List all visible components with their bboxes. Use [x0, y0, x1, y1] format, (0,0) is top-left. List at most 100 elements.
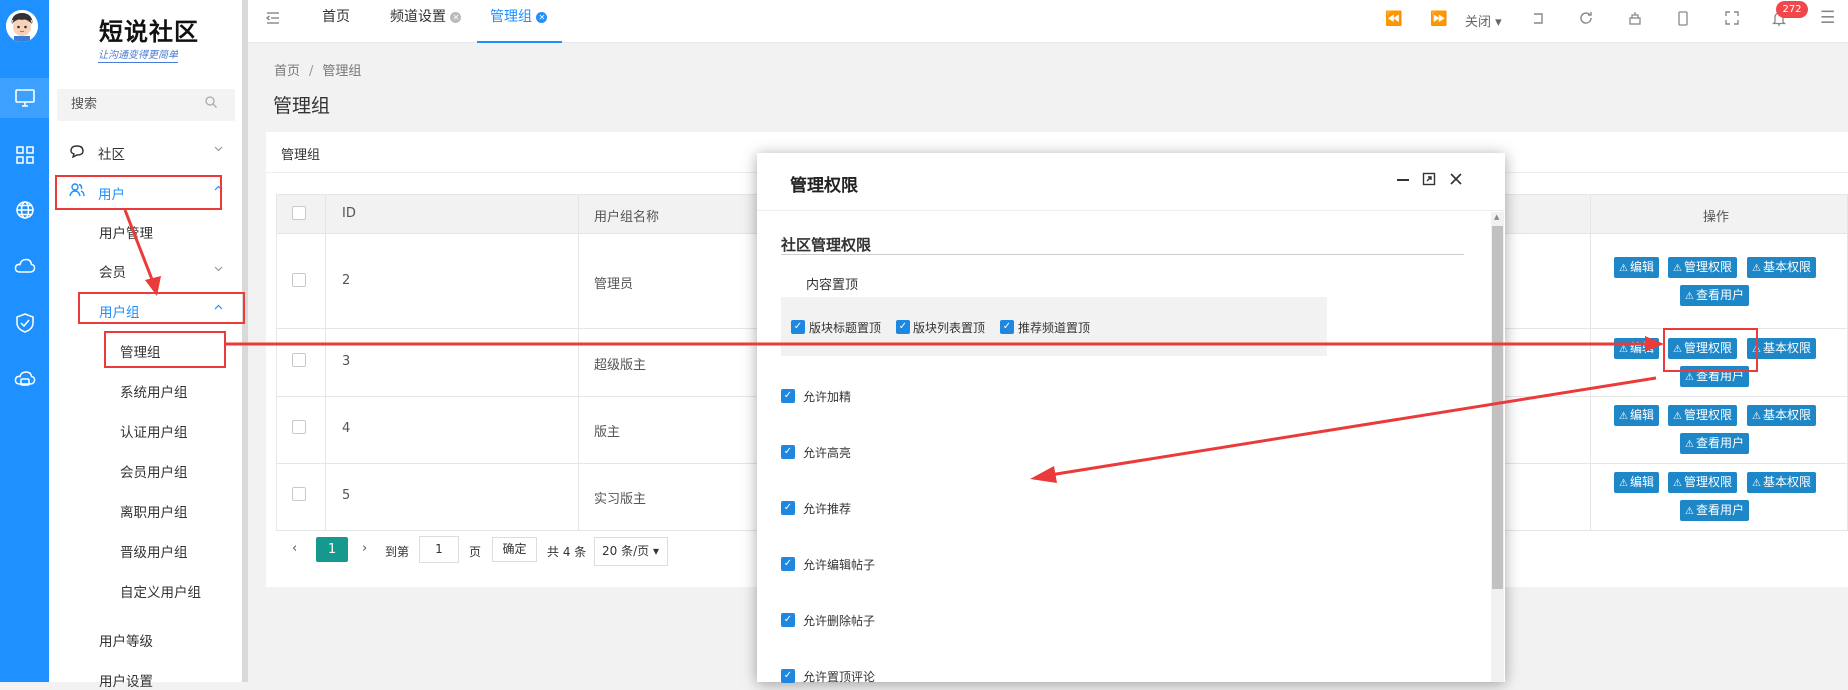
logo-subtitle: 让沟通变得更简单	[98, 46, 178, 63]
edit-label: 编辑	[1629, 408, 1654, 422]
page-size-select[interactable]: 20 条/页 ▾	[594, 537, 668, 566]
checkbox-checked[interactable]: ✓	[781, 389, 795, 403]
basic-permissions-button[interactable]: ⚠ 基本权限	[1747, 405, 1816, 426]
basic-permissions-button[interactable]: ⚠ 基本权限	[1747, 472, 1816, 493]
table-border	[276, 194, 277, 530]
row-id: 3	[342, 354, 351, 369]
shield-icon[interactable]	[0, 303, 49, 343]
menu-item-custom-groups[interactable]: 自定义用户组	[120, 581, 201, 601]
tab-admin-group[interactable]: 管理组 ✕	[477, 0, 562, 43]
page-confirm-button[interactable]: 确定	[492, 537, 537, 562]
checkbox-checked[interactable]: ✓	[1000, 320, 1014, 334]
permission-label: 允许推荐	[803, 502, 852, 516]
pin-content-label: 内容置顶	[806, 278, 859, 293]
checkbox-checked[interactable]: ✓	[781, 669, 795, 683]
grid-icon[interactable]	[0, 135, 49, 175]
tab-channel-settings[interactable]: 频道设置 ✕	[390, 0, 462, 43]
row-group-name: 超级版主	[594, 358, 647, 373]
annotation-box	[1663, 328, 1758, 372]
tab-label: 管理组	[490, 9, 532, 25]
page-unit-label: 页	[469, 545, 482, 559]
card-title: 管理组	[281, 148, 321, 163]
edit-button[interactable]: ⚠ 编辑	[1614, 338, 1659, 359]
avatar[interactable]	[6, 10, 38, 42]
page-button-current[interactable]: 1	[316, 537, 348, 562]
manage-permissions-button[interactable]: ⚠ 管理权限	[1668, 257, 1737, 278]
warning-icon: ⚠	[1752, 263, 1761, 274]
icon-sidebar	[0, 0, 49, 682]
edit-label: 编辑	[1629, 341, 1654, 355]
header-group-name: 用户组名称	[594, 210, 660, 225]
close-tabs-dropdown[interactable]: 关闭 ▾	[1465, 11, 1502, 30]
menu-item-verified-groups[interactable]: 认证用户组	[120, 421, 188, 441]
view-users-button[interactable]: ⚠ 查看用户	[1680, 285, 1749, 306]
checkbox-checked[interactable]: ✓	[781, 557, 795, 571]
row-checkbox[interactable]	[292, 487, 306, 501]
undo-icon[interactable]	[1531, 11, 1545, 29]
collapse-menu-icon[interactable]	[265, 11, 280, 29]
menu-divider[interactable]	[242, 0, 248, 682]
menu-item-member-groups[interactable]: 会员用户组	[120, 461, 188, 481]
checkbox-checked[interactable]: ✓	[781, 613, 795, 627]
next-page-icon[interactable]: ›	[362, 541, 367, 556]
fullscreen-icon[interactable]	[1725, 11, 1739, 29]
goto-label: 到第	[385, 545, 410, 559]
modal-scrollbar-thumb[interactable]	[1492, 226, 1503, 589]
row-checkbox[interactable]	[292, 420, 306, 434]
row-group-name: 版主	[594, 425, 621, 440]
page-number-input[interactable]: 1	[419, 536, 459, 563]
breadcrumb-home[interactable]: 首页	[274, 64, 300, 79]
checkbox-checked[interactable]: ✓	[791, 320, 805, 334]
monitor-icon[interactable]	[0, 78, 49, 118]
checkbox-checked[interactable]: ✓	[781, 445, 795, 459]
maximize-icon[interactable]	[1422, 172, 1436, 190]
logo-title: 短说社区	[99, 17, 199, 46]
menu-search-input[interactable]: 搜索	[57, 89, 235, 121]
menu-item-promotion-groups[interactable]: 晋级用户组	[120, 541, 188, 561]
warning-icon: ⚠	[1685, 372, 1694, 383]
warning-icon: ⚠	[1619, 344, 1628, 355]
menu-item-membership[interactable]: 会员	[99, 261, 126, 281]
checkbox-checked[interactable]: ✓	[896, 320, 910, 334]
prev-page-icon[interactable]: ‹	[292, 541, 297, 556]
select-all-checkbox[interactable]	[292, 206, 306, 220]
chevron-down-icon	[213, 263, 224, 278]
rewind-icon[interactable]: ⏪	[1385, 11, 1402, 27]
edit-button[interactable]: ⚠ 编辑	[1614, 472, 1659, 493]
row-checkbox[interactable]	[292, 353, 306, 367]
clear-icon[interactable]	[1628, 11, 1642, 29]
minimize-icon[interactable]	[1396, 172, 1410, 190]
menu-item-community[interactable]: 社区	[98, 143, 125, 163]
basic-label: 基本权限	[1762, 341, 1811, 355]
menu-item-user-management[interactable]: 用户管理	[99, 222, 153, 242]
refresh-icon[interactable]	[1579, 11, 1593, 29]
basic-permissions-button[interactable]: ⚠ 基本权限	[1747, 257, 1816, 278]
close-icon[interactable]	[1449, 172, 1463, 190]
menu-item-user-levels[interactable]: 用户等级	[99, 630, 153, 650]
edit-button[interactable]: ⚠ 编辑	[1614, 405, 1659, 426]
permission-label: 允许高亮	[803, 446, 852, 460]
close-icon[interactable]: ✕	[450, 12, 462, 23]
fast-forward-icon[interactable]: ⏩	[1430, 11, 1447, 27]
mobile-icon[interactable]	[1677, 11, 1689, 30]
warning-icon: ⚠	[1673, 478, 1682, 489]
globe-icon[interactable]	[0, 190, 49, 230]
close-icon[interactable]: ✕	[536, 12, 548, 23]
search-icon[interactable]	[205, 89, 217, 121]
cloud-icon[interactable]	[0, 246, 49, 286]
edit-button[interactable]: ⚠ 编辑	[1614, 257, 1659, 278]
row-checkbox[interactable]	[292, 273, 306, 287]
manage-permissions-button[interactable]: ⚠ 管理权限	[1668, 405, 1737, 426]
scroll-up-icon[interactable]: ▲	[1494, 213, 1499, 221]
row-id: 5	[342, 488, 351, 503]
menu-item-system-groups[interactable]: 系统用户组	[120, 381, 188, 401]
menu-item-resigned-groups[interactable]: 离职用户组	[120, 501, 188, 521]
manage-permissions-button[interactable]: ⚠ 管理权限	[1668, 472, 1737, 493]
tab-home[interactable]: 首页	[322, 0, 350, 43]
cloud-server-icon[interactable]	[0, 360, 49, 400]
menu-item-user-settings[interactable]: 用户设置	[99, 670, 153, 690]
checkbox-checked[interactable]: ✓	[781, 501, 795, 515]
menu-icon[interactable]: ☰	[1820, 8, 1835, 28]
view-users-button[interactable]: ⚠ 查看用户	[1680, 433, 1749, 454]
view-users-button[interactable]: ⚠ 查看用户	[1680, 500, 1749, 521]
